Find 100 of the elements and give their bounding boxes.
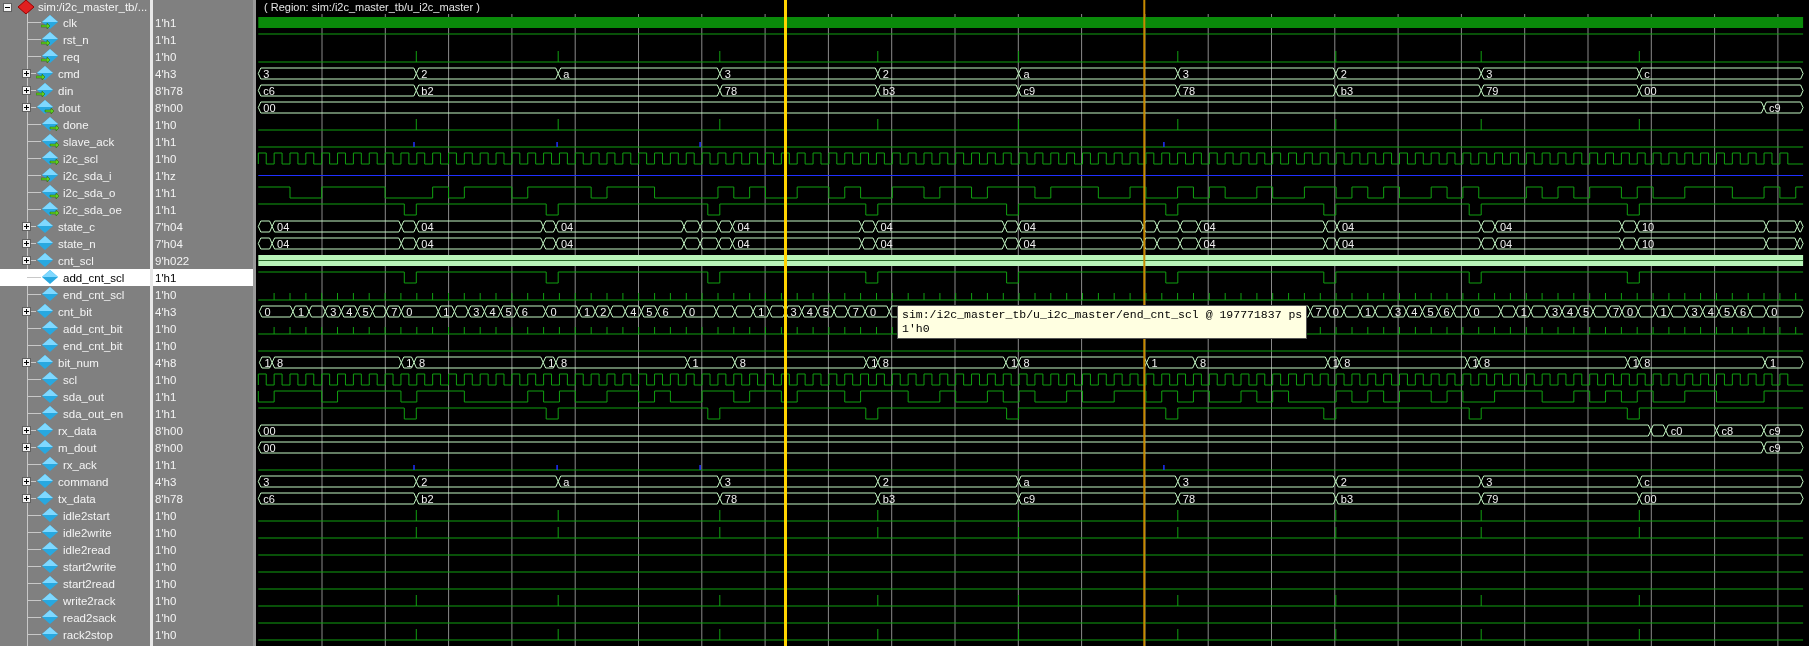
expand-button[interactable] [22, 103, 31, 112]
signal-row[interactable]: req [0, 48, 150, 65]
signal-row[interactable]: i2c_sda_oe [0, 201, 150, 218]
bus-value: b3 [1340, 492, 1354, 505]
bus-value: 04 [880, 237, 893, 250]
signal-row[interactable]: write2rack [0, 592, 150, 609]
expand-button[interactable] [22, 477, 31, 486]
signal-row[interactable]: idle2read [0, 541, 150, 558]
signal-name: sda_out_en [63, 407, 124, 420]
expand-button[interactable] [22, 358, 31, 367]
bus-value: 5 [1723, 305, 1731, 318]
signal-row[interactable]: command [0, 473, 150, 490]
signal-name: clk [63, 16, 78, 29]
signal-row[interactable]: cnt_bit [0, 303, 150, 320]
bus-value: 00 [1644, 84, 1657, 97]
signal-value: 1'h1 [155, 407, 177, 420]
signal-name: bit_num [58, 356, 99, 369]
expand-button[interactable] [22, 443, 31, 452]
expand-button[interactable] [22, 426, 31, 435]
signal-row[interactable]: add_cnt_bit [0, 320, 150, 337]
bus-value: 3 [263, 475, 270, 488]
signal-row[interactable]: done [0, 116, 150, 133]
bus-value: b3 [882, 84, 896, 97]
bus-value: 1 [871, 356, 878, 369]
signal-row[interactable]: read2sack [0, 609, 150, 626]
bus-value: 1 [1770, 356, 1777, 369]
bus-value: 00 [263, 441, 276, 454]
bus-value: 3 [330, 305, 337, 318]
signal-row[interactable]: idle2start [0, 507, 150, 524]
signal-row[interactable]: start2read [0, 575, 150, 592]
signal-row[interactable]: sda_out_en [0, 405, 150, 422]
signal-value: 9'h022 [155, 254, 190, 267]
signal-row[interactable]: tx_data [0, 490, 150, 507]
bus-value: 6 [1740, 305, 1747, 318]
bus-value: 1 [1472, 356, 1479, 369]
bus-value: 1 [264, 356, 271, 369]
bus-value: 4 [1707, 305, 1714, 318]
expand-button[interactable] [22, 307, 31, 316]
signal-row[interactable]: start2write [0, 558, 150, 575]
expand-button[interactable] [22, 222, 31, 231]
signal-name: idle2write [63, 526, 112, 539]
signal-name: dout [58, 101, 81, 114]
signal-row[interactable]: clk [0, 14, 150, 31]
signal-value: 4'h3 [155, 475, 177, 488]
expand-button[interactable] [22, 86, 31, 95]
bus-value: 2 [1340, 475, 1347, 488]
bus-value: 04 [737, 237, 750, 250]
signal-name: sda_out [63, 390, 104, 403]
signal-row[interactable]: end_cnt_bit [0, 337, 150, 354]
signal-value: 1'h0 [155, 509, 177, 522]
signal-row[interactable]: idle2write [0, 524, 150, 541]
signal-row[interactable]: sda_out [0, 388, 150, 405]
signal-row[interactable]: state_n [0, 235, 150, 252]
bus-value: 3 [724, 475, 731, 488]
signal-row[interactable]: end_cnt_scl [0, 286, 150, 303]
signal-row[interactable]: dout [0, 99, 150, 116]
bus-value: c9 [1768, 424, 1781, 437]
signal-name: end_cnt_bit [63, 339, 123, 352]
signal-name: write2rack [63, 594, 116, 607]
expand-button[interactable] [22, 494, 31, 503]
signal-row[interactable]: m_dout [0, 439, 150, 456]
signal-row[interactable]: slave_ack [0, 133, 150, 150]
signal-value: 1'h0 [155, 322, 177, 335]
bus-value: 1 [548, 356, 555, 369]
expand-button[interactable] [22, 256, 31, 265]
signal-row[interactable]: din [0, 82, 150, 99]
bus-value: 3 [1691, 305, 1698, 318]
signal-row[interactable]: rst_n [0, 31, 150, 48]
bus-value: c9 [1768, 101, 1781, 114]
bus-value: 1 [1365, 305, 1372, 318]
signal-row[interactable]: add_cnt_scl [0, 269, 150, 286]
signal-row[interactable]: rx_data [0, 422, 150, 439]
bus-value: 5 [362, 305, 369, 318]
signal-row[interactable]: state_c [0, 218, 150, 235]
bus-value: 1 [406, 356, 413, 369]
collapse-button[interactable] [3, 2, 12, 12]
signal-row[interactable]: rx_ack [0, 456, 150, 473]
bus-value: c8 [1721, 424, 1734, 437]
signal-name: add_cnt_scl [63, 271, 125, 284]
instance-name[interactable]: sim:/i2c_master_tb/... [38, 1, 148, 13]
bus-value: 04 [737, 220, 750, 233]
signal-value: 1'h1 [155, 135, 177, 148]
expand-button[interactable] [22, 69, 31, 78]
signal-value: 8'h78 [155, 84, 183, 97]
signal-row[interactable]: i2c_sda_o [0, 184, 150, 201]
expand-button[interactable] [22, 239, 31, 248]
signal-row[interactable]: rack2stop [0, 626, 150, 643]
signal-value: 1'h0 [155, 152, 177, 165]
signal-value: 1'h1 [155, 458, 177, 471]
signal-name: slave_ack [63, 135, 115, 148]
signal-value: 1'h0 [155, 577, 177, 590]
bus-value: 2 [600, 305, 607, 318]
signal-name: i2c_sda_i [63, 169, 112, 182]
bus-value: 04 [421, 237, 434, 250]
signal-row[interactable]: scl [0, 371, 150, 388]
signal-row[interactable]: i2c_scl [0, 150, 150, 167]
signal-row[interactable]: cnt_scl [0, 252, 150, 269]
signal-row[interactable]: cmd [0, 65, 150, 82]
signal-row[interactable]: bit_num [0, 354, 150, 371]
signal-row[interactable]: i2c_sda_i [0, 167, 150, 184]
